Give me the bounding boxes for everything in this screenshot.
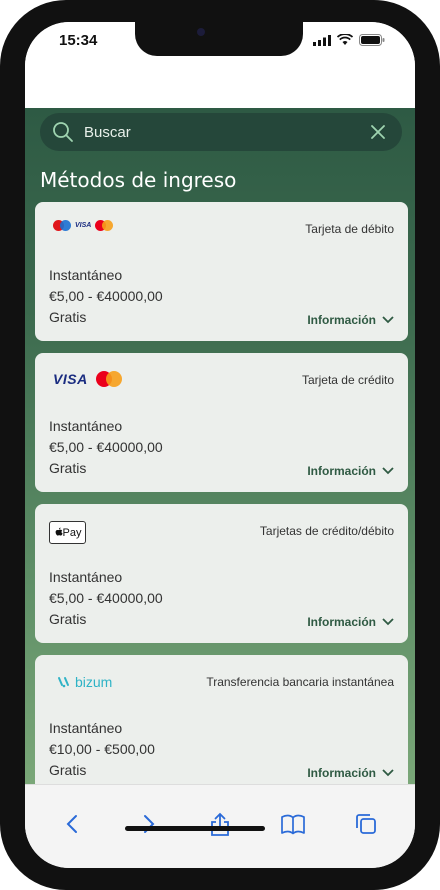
payment-method-card[interactable]: bizum Transferencia bancaria instantánea… [35, 655, 408, 784]
apple-icon [55, 527, 63, 536]
method-fee: Gratis [49, 309, 87, 325]
side-button [0, 128, 4, 160]
info-toggle[interactable]: Información [307, 313, 394, 327]
method-fee: Gratis [49, 460, 87, 476]
browser-header [25, 56, 415, 108]
search-input[interactable]: Buscar [84, 124, 131, 141]
info-label: Información [307, 313, 376, 327]
side-button [0, 275, 4, 335]
method-type: Transferencia bancaria instantánea [206, 675, 394, 689]
payment-method-card[interactable]: VISA Tarjeta de crédito Instantáneo €5,0… [35, 353, 408, 492]
info-label: Información [307, 464, 376, 478]
apple-pay-text: Pay [62, 526, 82, 539]
visa-logo-text: VISA [53, 371, 88, 387]
search-bar[interactable]: Buscar [40, 113, 402, 151]
chevron-down-icon [382, 618, 394, 626]
status-time: 15:34 [59, 32, 98, 49]
apple-pay-logo: Pay [49, 521, 86, 544]
method-fee: Gratis [49, 762, 87, 778]
camera [197, 28, 205, 36]
screen: 15:34 Buscar Métodos de ingreso VISA Tar… [25, 22, 415, 868]
chevron-down-icon [382, 316, 394, 324]
visa-mastercard-logo: VISA [53, 371, 122, 387]
side-button [436, 182, 440, 292]
notch [135, 22, 303, 56]
info-toggle[interactable]: Información [307, 464, 394, 478]
payment-method-card[interactable]: Pay Tarjetas de crédito/débito Instantán… [35, 504, 408, 643]
chevron-down-icon [382, 769, 394, 777]
status-bar: 15:34 [25, 22, 415, 56]
share-icon[interactable] [207, 811, 233, 837]
method-range: €10,00 - €500,00 [49, 741, 155, 757]
battery-icon [359, 34, 385, 46]
chevron-down-icon [382, 467, 394, 475]
home-indicator[interactable] [125, 826, 265, 831]
method-speed: Instantáneo [49, 720, 123, 736]
main-content: Buscar Métodos de ingreso VISA Tarjeta d… [25, 108, 415, 784]
info-label: Información [307, 766, 376, 780]
wifi-icon [337, 34, 353, 45]
method-range: €5,00 - €40000,00 [49, 439, 163, 455]
forward-icon[interactable] [135, 811, 161, 837]
method-type: Tarjeta de crédito [301, 373, 394, 387]
method-range: €5,00 - €40000,00 [49, 288, 163, 304]
clear-icon[interactable] [368, 122, 388, 142]
search-icon [53, 122, 73, 142]
info-label: Información [307, 615, 376, 629]
method-type: Tarjeta de débito [305, 222, 394, 236]
method-speed: Instantáneo [49, 569, 123, 585]
section-title: Métodos de ingreso [40, 168, 237, 192]
method-speed: Instantáneo [49, 418, 123, 434]
bizum-logo: bizum [57, 674, 112, 690]
method-type: Tarjetas de crédito/débito [259, 524, 394, 538]
payment-method-card[interactable]: VISA Tarjeta de débito Instantáneo €5,00… [35, 202, 408, 341]
signal-icon [313, 34, 331, 46]
method-fee: Gratis [49, 611, 87, 627]
system-icons [313, 34, 385, 46]
back-icon[interactable] [60, 811, 86, 837]
bizum-text: bizum [75, 674, 113, 690]
maestro-visa-mastercard-logo: VISA [53, 220, 114, 231]
info-toggle[interactable]: Información [307, 766, 394, 780]
side-button [0, 195, 4, 255]
tabs-icon[interactable] [353, 811, 379, 837]
info-toggle[interactable]: Información [307, 615, 394, 629]
bizum-icon [58, 677, 69, 688]
method-speed: Instantáneo [49, 267, 123, 283]
method-range: €5,00 - €40000,00 [49, 590, 163, 606]
bookmarks-icon[interactable] [280, 811, 306, 837]
